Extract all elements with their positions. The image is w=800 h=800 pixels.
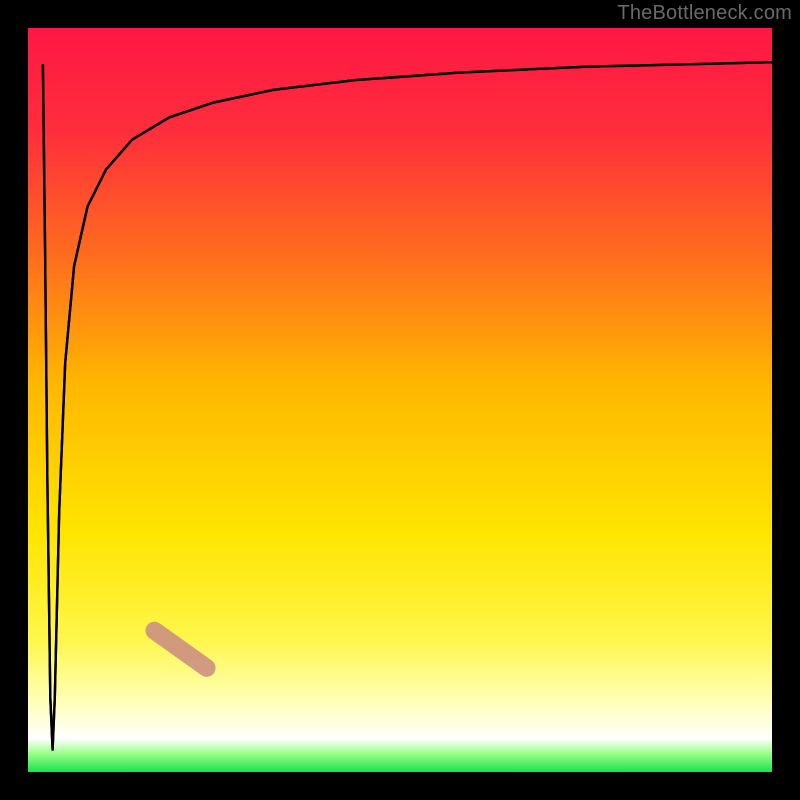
chart-frame: TheBottleneck.com (0, 0, 800, 800)
watermark-text: TheBottleneck.com (617, 2, 792, 25)
chart-canvas (0, 0, 800, 800)
